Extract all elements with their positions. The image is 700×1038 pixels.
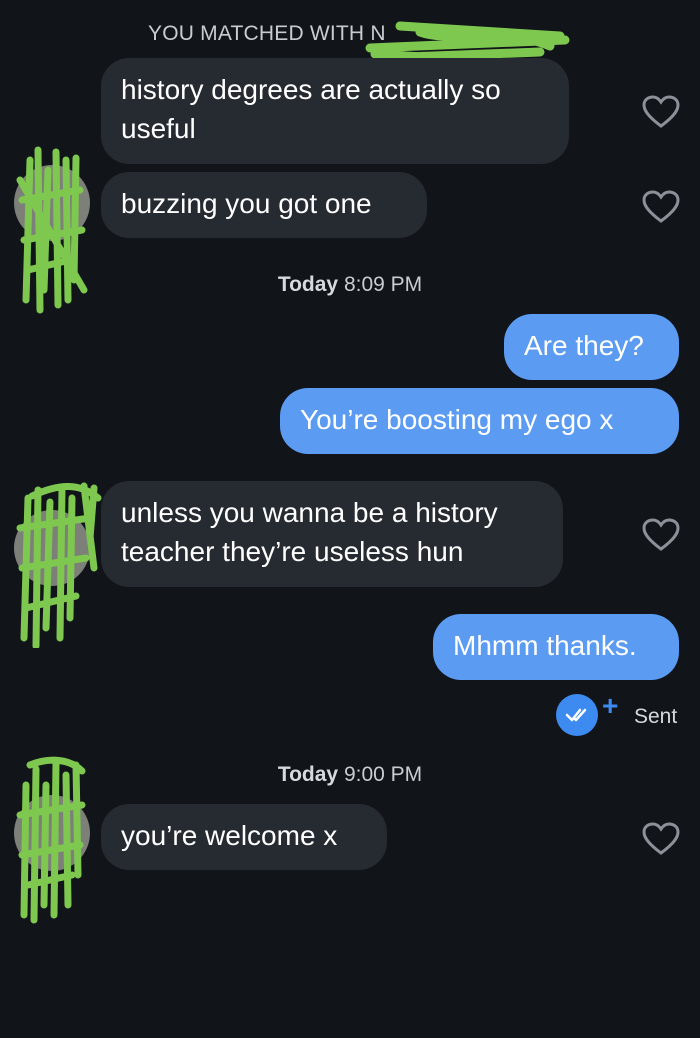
message-text: you’re welcome x bbox=[121, 820, 338, 851]
heart-icon[interactable] bbox=[642, 95, 680, 129]
plus-icon[interactable]: + bbox=[602, 690, 618, 722]
timestamp-day: Today bbox=[277, 763, 339, 786]
redaction-scribble bbox=[16, 482, 102, 648]
read-receipt-badge[interactable] bbox=[556, 694, 598, 736]
message-text: history degrees are actually so useful bbox=[121, 74, 501, 144]
message-bubble-incoming[interactable]: history degrees are actually so useful bbox=[101, 58, 569, 164]
message-text: Are they? bbox=[524, 330, 644, 361]
timestamp-day: Today bbox=[277, 273, 339, 296]
heart-icon[interactable] bbox=[642, 518, 680, 552]
message-bubble-incoming[interactable]: buzzing you got one bbox=[101, 172, 427, 238]
message-text: unless you wanna be a history teacher th… bbox=[121, 497, 498, 567]
message-bubble-outgoing[interactable]: Mhmm thanks. bbox=[433, 614, 679, 680]
match-header-text: YOU MATCHED WITH N bbox=[148, 22, 386, 45]
message-bubble-incoming[interactable]: unless you wanna be a history teacher th… bbox=[101, 481, 563, 587]
timestamp: Today 8:09 PM bbox=[0, 273, 700, 297]
heart-icon[interactable] bbox=[642, 822, 680, 856]
timestamp-time: 8:09 PM bbox=[343, 273, 423, 296]
message-bubble-incoming[interactable]: you’re welcome x bbox=[101, 804, 387, 870]
timestamp-time: 9:00 PM bbox=[343, 763, 423, 786]
message-text: You’re boosting my ego x bbox=[300, 404, 614, 435]
sent-status-label: Sent bbox=[634, 705, 678, 728]
double-check-icon bbox=[565, 708, 587, 722]
heart-icon[interactable] bbox=[642, 190, 680, 224]
message-text: buzzing you got one bbox=[121, 188, 372, 219]
message-text: Mhmm thanks. bbox=[453, 630, 637, 661]
redaction-scribble bbox=[16, 756, 86, 924]
timestamp: Today 9:00 PM bbox=[0, 763, 700, 787]
message-bubble-outgoing[interactable]: You’re boosting my ego x bbox=[280, 388, 679, 454]
message-bubble-outgoing[interactable]: Are they? bbox=[504, 314, 679, 380]
match-header: YOU MATCHED WITH N bbox=[0, 18, 700, 67]
